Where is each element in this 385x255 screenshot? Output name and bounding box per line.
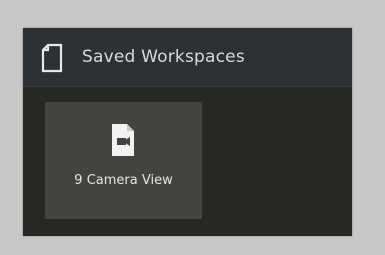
panel-title: Saved Workspaces (82, 47, 245, 67)
workspace-list: 9 Camera View (23, 87, 352, 236)
workspace-label: 9 Camera View (74, 173, 173, 188)
document-icon (40, 43, 64, 73)
saved-workspaces-panel: Saved Workspaces 9 Camera View (23, 28, 352, 236)
workspace-tile[interactable]: 9 Camera View (45, 102, 202, 219)
video-file-icon (108, 123, 138, 157)
panel-header: Saved Workspaces (23, 28, 352, 87)
